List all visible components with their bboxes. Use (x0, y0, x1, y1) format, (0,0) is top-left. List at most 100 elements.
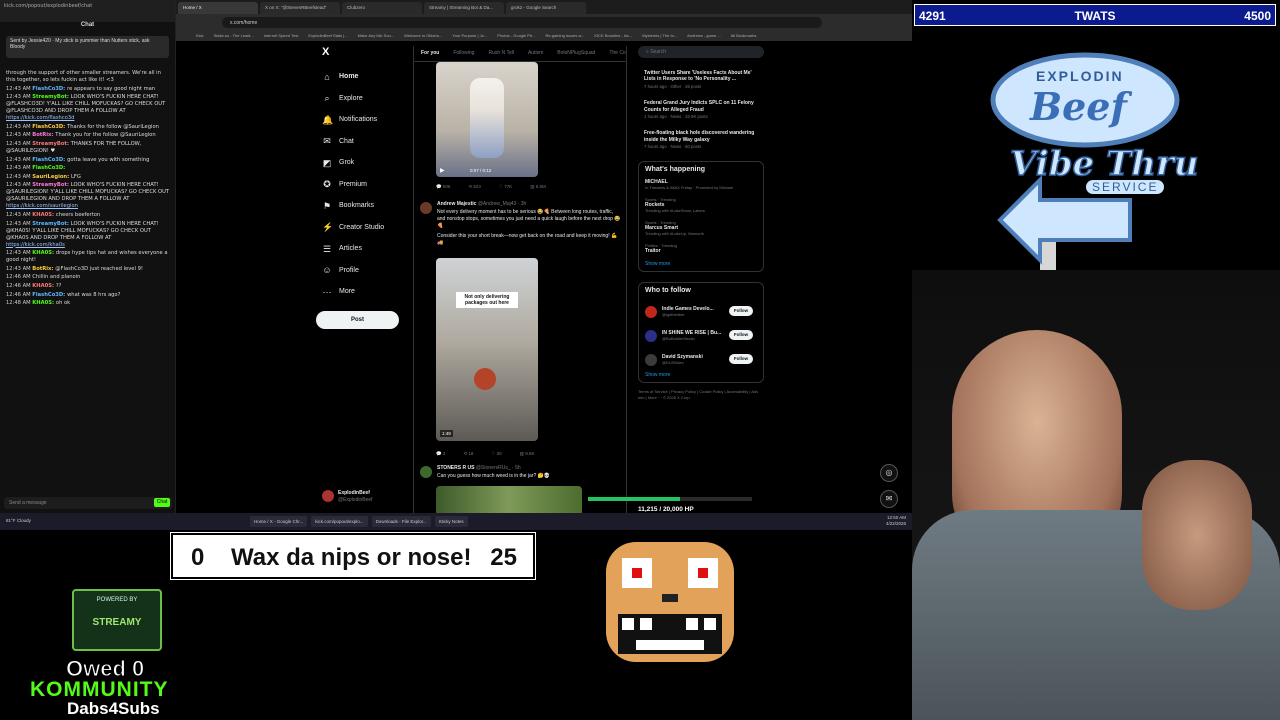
nav-item-notifications[interactable]: 🔔 Notifications (316, 109, 406, 131)
bookmark-item[interactable]: All Bookmarks (731, 33, 757, 38)
message-user[interactable]: FlashCo3D: (32, 86, 67, 92)
post-button[interactable]: Post (316, 310, 399, 329)
bookmark-item[interactable]: Your Purpose | Jo... (452, 33, 487, 38)
bookmark-item[interactable]: Stake.us - The Leadi... (214, 33, 254, 38)
nav-item-creator-studio[interactable]: ⚡ Creator Studio (316, 217, 406, 239)
bookmark-item[interactable]: Kick (196, 33, 204, 38)
tweet-action[interactable]: ▥ 9.6K (520, 451, 535, 457)
message-user[interactable]: FlashCo3D: (32, 165, 65, 171)
feed-tab[interactable]: Rush N Tell (481, 46, 520, 61)
message-user[interactable]: SauriLegion: (32, 174, 71, 180)
avatar[interactable] (645, 305, 657, 318)
taskbar-app[interactable]: kick.com/popout/explo... (311, 516, 368, 527)
browser-tab[interactable]: Streamy | Streaming Bot & Da... (424, 2, 504, 14)
nav-item-bookmarks[interactable]: ⚑ Bookmarks (316, 195, 406, 217)
message-user[interactable]: StreamyBot: (32, 141, 70, 147)
tweet-action[interactable]: ♡ 77K (499, 184, 512, 190)
footer-links[interactable]: Terms of Service | Privacy Policy | Cook… (638, 389, 764, 401)
follow-button[interactable]: Follow (729, 329, 753, 340)
trend-item[interactable]: Sports · Trending Rockets Trending with #L… (645, 197, 757, 213)
nav-item-chat[interactable]: ✉ Chat (316, 131, 406, 153)
bookmark-item[interactable]: Mysteries | The In... (642, 33, 677, 38)
browser-tab[interactable]: Clubzero (342, 2, 422, 14)
play-icon[interactable]: ▶ (440, 167, 445, 174)
follow-button[interactable]: Follow (729, 305, 753, 316)
nav-item-explore[interactable]: ⌕ Explore (316, 88, 406, 110)
message-user[interactable]: StreamyBot: (32, 182, 70, 188)
message-user[interactable]: KHA0S: (32, 250, 56, 256)
follow-suggestion[interactable]: Indie Games Develo... @igdthelibre Follow (645, 300, 757, 324)
feed-tab[interactable]: For you (414, 46, 446, 61)
chat-send-button[interactable]: Chat (154, 498, 170, 507)
taskbar-app[interactable]: Sticky Notes (434, 516, 468, 527)
feed-tab[interactable]: BotsNPlugSquad (550, 46, 602, 61)
clock[interactable]: 12:50 AM 4/22/2026 (886, 515, 906, 527)
news-item[interactable]: Free-floating black hole discovered wand… (644, 130, 764, 150)
avatar[interactable] (420, 202, 432, 214)
show-more-link[interactable]: Show more (645, 261, 757, 267)
trend-item[interactable]: Politics · Trending Traitor (645, 243, 757, 254)
tweet-action[interactable]: ⟲ 18 (463, 451, 473, 457)
tweet-image[interactable] (436, 486, 582, 513)
x-logo[interactable]: X (322, 46, 406, 58)
message-link[interactable]: https://kick.com/saurilegion (6, 203, 78, 209)
bookmark-item[interactable]: Welcome to Oklaho... (404, 33, 442, 38)
avatar[interactable] (645, 329, 657, 342)
taskbar-app[interactable]: Home / X - Google Chr... (250, 516, 308, 527)
show-more-link[interactable]: Show more (645, 372, 757, 378)
browser-tab[interactable]: X on X: "@StevenRBeefstead" (260, 2, 340, 14)
feed-tab[interactable]: Autism (521, 46, 550, 61)
messages-icon[interactable]: ✉ (880, 490, 898, 508)
browser-tab[interactable]: Home / X (178, 2, 258, 14)
browser-tab[interactable]: grok2 - Google Search (506, 2, 586, 14)
nav-item-grok[interactable]: ◩ Grok (316, 152, 406, 174)
tweet-action[interactable]: ▥ 5.6M (530, 184, 546, 190)
news-item[interactable]: Federal Grand Jury Indicts SPLC on 11 Fe… (644, 100, 764, 120)
tweet-action[interactable]: 💬 505 (436, 184, 450, 190)
bookmark-item[interactable]: Make Any Mic Sou... (358, 33, 394, 38)
tweet-video-player[interactable]: 0:07 / 0:12 ▶ (436, 62, 538, 177)
tweet-action[interactable]: ⟲ 523 (468, 184, 481, 190)
avatar[interactable] (420, 466, 432, 478)
message-user[interactable]: FlashCo3D: (32, 292, 67, 298)
grok-icon[interactable]: ◎ (880, 464, 898, 482)
nav-item-more[interactable]: ⋯ More (316, 281, 406, 303)
bookmark-item[interactable]: Internet Speed Test (264, 33, 299, 38)
message-user[interactable]: KHA0S: (32, 283, 56, 289)
tweet-video-player[interactable]: Not only delivering packages out here 1:… (436, 258, 538, 441)
avatar[interactable] (645, 353, 657, 366)
nav-item-articles[interactable]: ☰ Articles (316, 238, 406, 260)
weather-widget[interactable]: 81°F Cloudy (6, 518, 31, 523)
pinned-message[interactable]: Sent by Jessie420 · My stick is yummier … (6, 36, 169, 58)
feed-tab[interactable]: Following (446, 46, 481, 61)
bookmark-item[interactable]: Photos - Google Ph... (497, 33, 535, 38)
message-user[interactable]: BotRix: (32, 266, 55, 272)
url-field[interactable]: x.com/home (222, 17, 822, 28)
news-item[interactable]: Twitter Users Share 'Useless Facts About… (644, 70, 764, 90)
message-user[interactable]: KHA0S: (32, 300, 56, 306)
follow-suggestion[interactable]: David Szymanski @DUSKdev Follow (645, 348, 757, 372)
nav-item-home[interactable]: ⌂ Home (316, 66, 406, 88)
bookmark-item[interactable]: ExplodinBeef Stats |... (308, 33, 347, 38)
message-link[interactable]: https://kick.com/kha0s (6, 242, 65, 248)
message-user[interactable]: FlashCo3D: (32, 124, 67, 130)
tweet-action[interactable]: ♡ 30 (491, 451, 501, 457)
message-user[interactable]: StreamyBot: (32, 221, 70, 227)
follow-button[interactable]: Follow (729, 353, 753, 364)
bookmark-item[interactable]: KICK Bounties - kic... (594, 33, 632, 38)
message-user[interactable]: KHA0S: (32, 212, 56, 218)
tweet-author[interactable]: Andrew Majestic @Andrew_Maj43 · 3h (437, 201, 526, 207)
bookmark-item[interactable]: Andrews - game ... (687, 33, 721, 38)
tweet-action[interactable]: 💬 3 (436, 451, 445, 457)
message-user[interactable]: FlashCo3D: (32, 157, 67, 163)
bookmark-item[interactable]: Re-gaining issues w... (545, 33, 584, 38)
feed-tab[interactable]: The Co (602, 46, 626, 61)
message-user[interactable]: StreamyBot: (32, 94, 70, 100)
nav-item-premium[interactable]: ✪ Premium (316, 174, 406, 196)
chat-input[interactable]: Send a message Chat (4, 497, 172, 509)
search-input[interactable]: ⌕ Search (638, 46, 764, 58)
nav-item-profile[interactable]: ☺ Profile (316, 260, 406, 282)
follow-suggestion[interactable]: IN SHINE WE RISE | Bu... @BuBuilderStudio… (645, 324, 757, 348)
trend-item[interactable]: MICHAEL In Theaters & IMAX Friday · Promo… (645, 179, 757, 190)
tweet-author[interactable]: STONERS R US @StonersRUs_ · 5h (437, 465, 521, 471)
